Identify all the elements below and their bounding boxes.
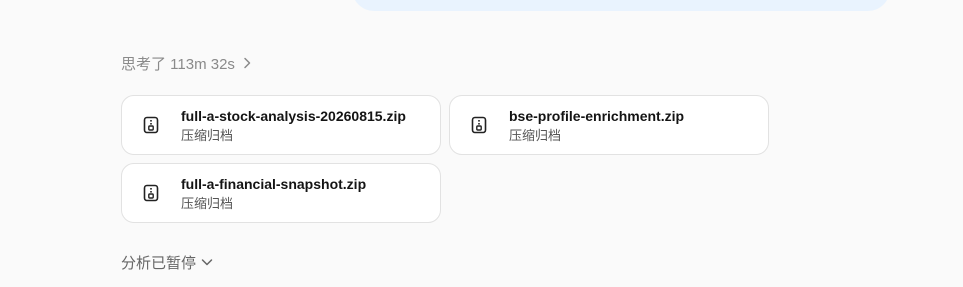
file-card[interactable]: full-a-stock-analysis-20260815.zip 压缩归档 xyxy=(121,95,441,155)
status-toggle[interactable]: 分析已暂停 xyxy=(121,252,213,272)
thinking-label: 思考了 113m 32s xyxy=(121,55,235,73)
previous-message-bubble xyxy=(352,0,890,11)
file-name: full-a-financial-snapshot.zip xyxy=(181,175,367,192)
file-card[interactable]: bse-profile-enrichment.zip 压缩归档 xyxy=(449,95,769,155)
zip-archive-icon xyxy=(142,183,160,203)
file-card[interactable]: full-a-financial-snapshot.zip 压缩归档 xyxy=(121,163,441,223)
chevron-right-icon xyxy=(241,56,253,70)
attachments-list: full-a-stock-analysis-20260815.zip 压缩归档 … xyxy=(121,95,771,223)
file-type: 压缩归档 xyxy=(509,127,562,143)
file-type: 压缩归档 xyxy=(181,127,234,143)
file-name: full-a-stock-analysis-20260815.zip xyxy=(181,107,406,124)
thinking-toggle[interactable]: 思考了 113m 32s xyxy=(121,53,253,73)
zip-archive-icon xyxy=(142,115,160,135)
zip-archive-icon xyxy=(470,115,488,135)
file-type: 压缩归档 xyxy=(181,195,234,211)
status-label: 分析已暂停 xyxy=(121,254,197,272)
file-name: bse-profile-enrichment.zip xyxy=(509,107,685,124)
chevron-down-icon xyxy=(201,255,213,269)
